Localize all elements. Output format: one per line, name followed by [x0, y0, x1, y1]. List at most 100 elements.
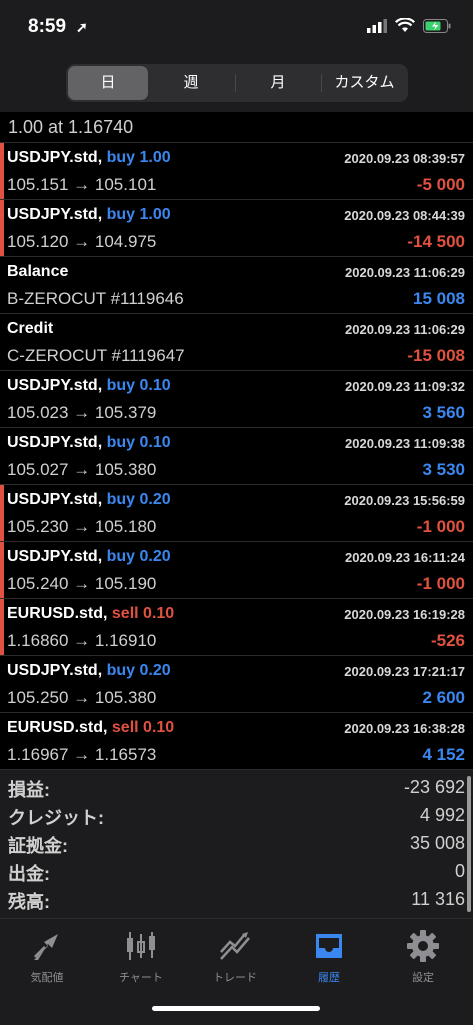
history-row[interactable]: USDJPY.std, buy 0.20 2020.09.23 16:11:24 1… [0, 542, 473, 599]
history-row[interactable]: USDJPY.std, buy 0.10 2020.09.23 11:09:32 1… [0, 371, 473, 428]
history-row[interactable]: USDJPY.std, buy 0.20 2020.09.23 15:56:59 1… [0, 485, 473, 542]
wifi-icon [395, 18, 415, 32]
symbol-name: EURUSD.std, [7, 605, 108, 622]
location-icon: ➚ [76, 19, 88, 35]
symbol-name: USDJPY.std, [7, 548, 103, 565]
row-profit: -14 500 [407, 232, 465, 251]
summary-label: クレジット: [8, 808, 104, 828]
symbol-name: Credit [7, 320, 54, 337]
history-row[interactable]: Credit 2020.09.23 11:06:29 C-ZEROCUT #111… [0, 314, 473, 371]
summary-value: 0 [454, 861, 465, 881]
row-prices: B-ZEROCUT #1119646 [7, 289, 184, 308]
row-symbol: EURUSD.std, sell 0.10 [7, 605, 174, 623]
row-profit: -1 000 [416, 517, 465, 536]
loss-marker [0, 200, 4, 256]
home-indicator [152, 1006, 320, 1011]
row-date: 2020.09.23 17:21:17 [344, 664, 465, 679]
symbol-name: USDJPY.std, [7, 491, 103, 508]
symbol-name: USDJPY.std, [7, 149, 103, 166]
status-time: 8:59 [28, 16, 67, 37]
partial-trade-row[interactable]: 1.00 at 1.16740 [0, 112, 473, 143]
segment-week[interactable]: 週 [150, 66, 232, 100]
tab-label: 履歴 [318, 972, 340, 984]
trade-side: sell 0.10 [111, 719, 175, 736]
summary-label: 証拠金: [8, 836, 68, 856]
row-symbol: Credit [7, 320, 53, 338]
history-row[interactable]: EURUSD.std, sell 0.10 2020.09.23 16:19:28… [0, 599, 473, 656]
tab-history[interactable]: 履歴 [282, 927, 376, 985]
trade-side: buy 0.20 [106, 548, 171, 565]
loss-marker [0, 143, 4, 199]
tab-label: トレード [213, 972, 257, 984]
history-icon [316, 934, 342, 958]
segment-divider [235, 74, 236, 92]
summary-row: 損益: -23 692 [0, 774, 473, 802]
summary-row: 出金: 0 [0, 858, 473, 886]
tab-label: 気配値 [30, 972, 64, 984]
symbol-name: USDJPY.std, [7, 662, 103, 679]
segment-custom[interactable]: カスタム [323, 66, 406, 100]
row-prices: 105.120 → 104.975 [7, 232, 157, 251]
row-prices: 105.240 → 105.190 [7, 574, 157, 593]
history-row[interactable]: USDJPY.std, buy 1.00 2020.09.23 08:44:39 1… [0, 200, 473, 257]
scrollbar[interactable] [467, 776, 471, 912]
row-date: 2020.09.23 16:19:28 [344, 607, 465, 622]
loss-marker [0, 542, 4, 598]
row-date: 2020.09.23 15:56:59 [344, 493, 465, 508]
history-list: 1.00 at 1.16740 USDJPY.std, buy 1.00 2020… [0, 112, 473, 770]
symbol-name: EURUSD.std, [7, 719, 108, 736]
row-symbol: EURUSD.std, sell 0.10 [7, 719, 174, 737]
row-symbol: USDJPY.std, buy 1.00 [7, 149, 171, 167]
summary-label: 損益: [8, 780, 50, 800]
trade-side: sell 0.10 [111, 605, 175, 622]
tab-chart[interactable]: チャート [94, 927, 188, 985]
loss-marker [0, 485, 4, 541]
tab-label: 設定 [412, 972, 434, 984]
tab-settings[interactable]: 設定 [376, 927, 470, 985]
row-profit: -526 [430, 631, 465, 650]
history-row[interactable]: USDJPY.std, buy 0.10 2020.09.23 11:09:38 1… [0, 428, 473, 485]
row-prices: 1.16967 → 1.16573 [7, 745, 157, 764]
symbol-name: Balance [7, 263, 69, 280]
row-prices: 105.230 → 105.180 [7, 517, 157, 536]
row-prices: 1.16860 → 1.16910 [7, 631, 157, 650]
row-date: 2020.09.23 11:06:29 [345, 322, 465, 337]
summary-row: 残高: 11 316 [0, 886, 473, 914]
row-prices: C-ZEROCUT #1119647 [7, 346, 185, 365]
loss-marker [0, 599, 4, 655]
trade-side: buy 0.10 [106, 434, 171, 451]
row-profit: 3 530 [422, 460, 465, 479]
summary-value: -23 692 [403, 777, 465, 797]
row-profit: 3 560 [422, 403, 465, 422]
row-symbol: USDJPY.std, buy 0.10 [7, 434, 171, 452]
trade-side: buy 0.20 [106, 491, 171, 508]
symbol-name: USDJPY.std, [7, 206, 103, 223]
summary-label: 残高: [8, 892, 50, 912]
row-date: 2020.09.23 11:09:32 [345, 379, 465, 394]
history-row[interactable]: USDJPY.std, buy 0.20 2020.09.23 17:21:17 1… [0, 656, 473, 713]
history-row[interactable]: EURUSD.std, sell 0.10 2020.09.23 16:38:28… [0, 713, 473, 770]
tab-trade[interactable]: トレード [188, 927, 282, 985]
trade-side: buy 1.00 [106, 149, 171, 166]
row-profit: 4 152 [422, 745, 465, 764]
symbol-name: USDJPY.std, [7, 377, 103, 394]
row-prices: 105.023 → 105.379 [7, 403, 157, 422]
history-row[interactable]: USDJPY.std, buy 1.00 2020.09.23 08:39:57 1… [0, 143, 473, 200]
segment-day[interactable]: 日 [68, 66, 148, 100]
summary-value: 11 316 [411, 889, 465, 909]
tab-quotes[interactable]: 気配値 [0, 927, 94, 985]
tab-label: チャート [119, 972, 163, 984]
row-profit: -15 008 [407, 346, 465, 365]
chart-icon [127, 932, 155, 960]
row-symbol: USDJPY.std, buy 0.20 [7, 491, 171, 509]
trade-side: buy 0.20 [106, 662, 171, 679]
row-symbol: USDJPY.std, buy 1.00 [7, 206, 171, 224]
settings-icon [407, 930, 439, 962]
segment-month[interactable]: 月 [237, 66, 319, 100]
history-row[interactable]: Balance 2020.09.23 11:06:29 B-ZEROCUT #11… [0, 257, 473, 314]
row-prices: 105.151 → 105.101 [7, 175, 157, 194]
summary-label: 出金: [8, 864, 50, 884]
row-symbol: USDJPY.std, buy 0.10 [7, 377, 171, 395]
battery-icon [423, 18, 451, 33]
row-date: 2020.09.23 16:11:24 [345, 550, 465, 565]
